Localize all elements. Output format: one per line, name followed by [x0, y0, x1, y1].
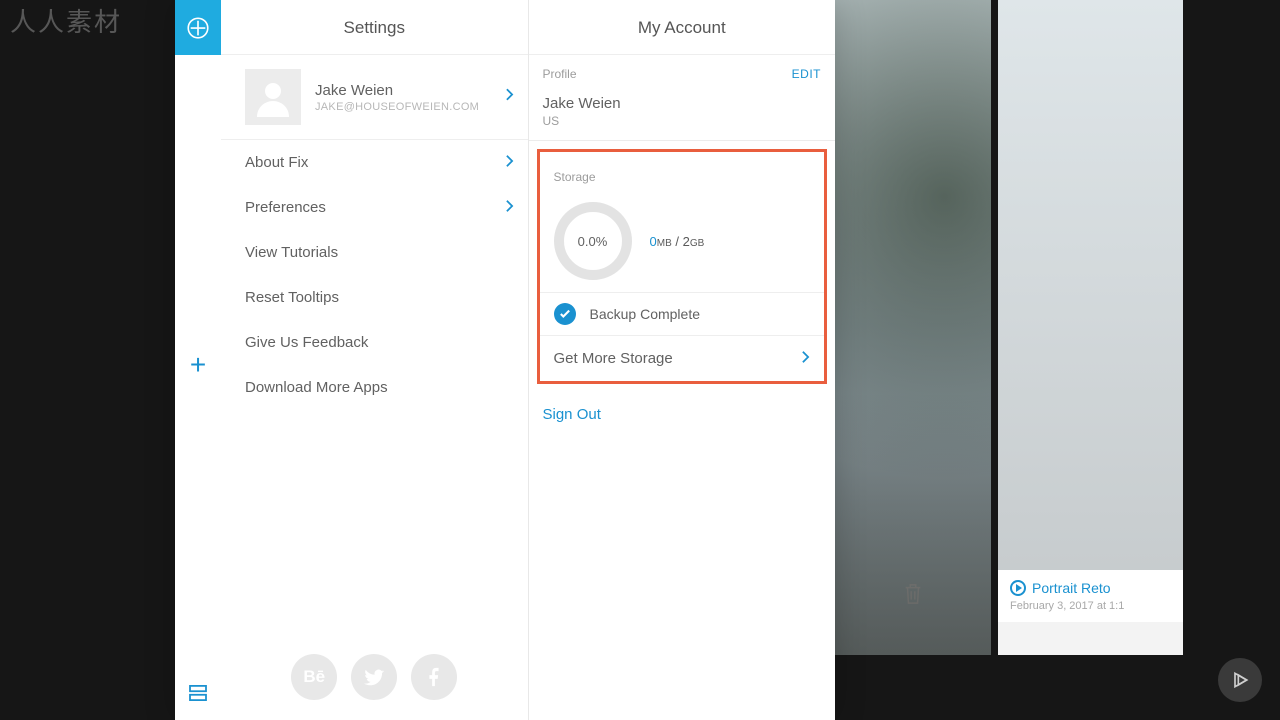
user-email: JAKE@HOUSEOFWEIEN.COM	[315, 101, 479, 113]
project-thumbnail	[998, 0, 1183, 570]
storage-highlight: Storage 0.0% 0MB / 2GB Backup Complete G…	[537, 149, 828, 384]
project-card[interactable]: Portrait Reto February 3, 2017 at 1:1	[998, 0, 1183, 655]
background-photo	[835, 0, 991, 655]
account-column: My Account Profile EDIT Jake Weien US St…	[529, 0, 836, 720]
chevron-right-icon	[505, 154, 514, 172]
play-icon	[1010, 580, 1026, 596]
project-title: Portrait Reto	[1032, 580, 1111, 596]
user-name: Jake Weien	[315, 82, 479, 99]
storage-usage-row: 0.0% 0MB / 2GB	[540, 196, 825, 292]
menu-about[interactable]: About Fix	[221, 140, 528, 185]
profile-country: US	[543, 114, 822, 128]
avatar	[245, 69, 301, 125]
menu-preferences-label: Preferences	[245, 199, 326, 216]
trash-icon[interactable]	[902, 582, 924, 611]
get-more-label: Get More Storage	[554, 350, 673, 367]
menu-feedback[interactable]: Give Us Feedback	[221, 320, 528, 365]
chevron-right-icon	[801, 350, 810, 368]
storage-ring: 0.0%	[554, 202, 632, 280]
profile-name: Jake Weien	[543, 95, 822, 112]
menu-about-label: About Fix	[245, 154, 308, 171]
settings-column: Settings Jake Weien JAKE@HOUSEOFWEIEN.CO…	[221, 0, 529, 720]
corner-play-button[interactable]	[1218, 658, 1262, 702]
watermark-text: 人人素材	[10, 2, 122, 39]
chevron-right-icon	[505, 88, 514, 107]
backup-text: Backup Complete	[590, 306, 701, 322]
storage-label: Storage	[554, 170, 596, 184]
menu-reset-tooltips[interactable]: Reset Tooltips	[221, 275, 528, 320]
social-row: Bē	[221, 654, 528, 700]
settings-title: Settings	[221, 0, 528, 55]
app-badge[interactable]	[175, 0, 221, 55]
view-list-icon[interactable]	[175, 678, 221, 708]
get-more-storage[interactable]: Get More Storage	[540, 335, 825, 381]
project-date: February 3, 2017 at 1:1	[1010, 600, 1171, 612]
facebook-icon[interactable]	[411, 654, 457, 700]
storage-usage-text: 0MB / 2GB	[650, 234, 705, 249]
edit-button[interactable]: EDIT	[792, 67, 821, 81]
left-rail: +	[175, 0, 221, 720]
account-title: My Account	[529, 0, 836, 55]
profile-section: Profile EDIT Jake Weien US	[529, 55, 836, 141]
user-row[interactable]: Jake Weien JAKE@HOUSEOFWEIEN.COM	[221, 55, 528, 140]
menu-download-apps[interactable]: Download More Apps	[221, 365, 528, 410]
chevron-right-icon	[505, 199, 514, 217]
behance-icon[interactable]: Bē	[291, 654, 337, 700]
twitter-icon[interactable]	[351, 654, 397, 700]
backup-row: Backup Complete	[540, 292, 825, 335]
menu-preferences[interactable]: Preferences	[221, 185, 528, 230]
sign-out[interactable]: Sign Out	[529, 392, 836, 437]
add-button[interactable]: +	[175, 345, 221, 385]
profile-label: Profile	[543, 67, 577, 81]
check-icon	[554, 303, 576, 325]
settings-popover: + Settings Jake Weien JAKE@HOUSEOFWEIEN.…	[175, 0, 835, 720]
menu-tutorials[interactable]: View Tutorials	[221, 230, 528, 275]
